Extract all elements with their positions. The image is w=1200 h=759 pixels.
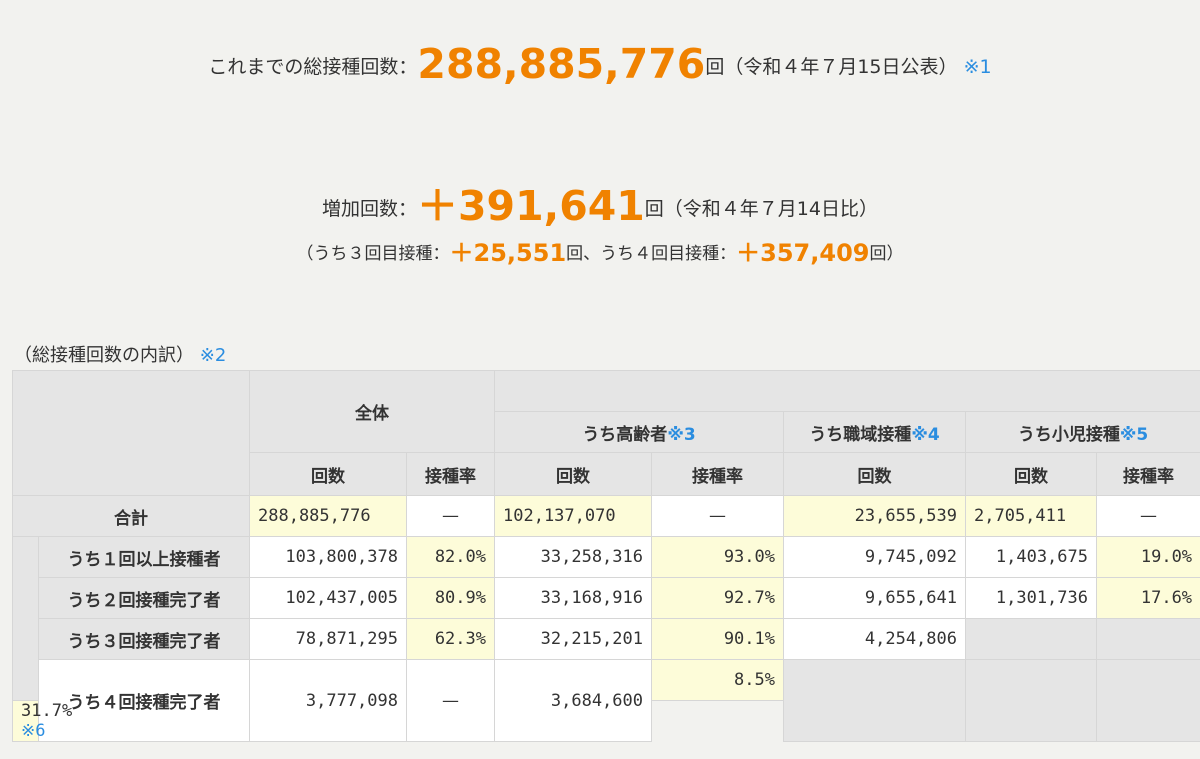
- first-child-rate: 19.0%: [1095, 536, 1200, 578]
- table-corner: [12, 370, 250, 496]
- table-row: うち３回接種完了者 78,871,295 62.3% 32,215,201 90…: [13, 618, 1200, 660]
- col-child-count: 回数: [965, 452, 1097, 496]
- third-all-rate: 62.3%: [406, 618, 495, 660]
- fourth-elderly-rate-b-value: 31.7%: [21, 701, 73, 721]
- row-label-third: うち３回接種完了者: [38, 618, 250, 660]
- header-elderly: うち高齢者※3: [494, 411, 784, 453]
- second-elderly-count: 33,168,916: [494, 577, 652, 619]
- second-all-rate: 80.9%: [406, 577, 495, 619]
- total-vaccinations-line: これまでの総接種回数：288,885,776回（令和４年７月15日公表） ※1: [0, 40, 1200, 88]
- header-workplace: うち職域接種※4: [783, 411, 966, 453]
- fourth-child-count-empty: [965, 659, 1097, 742]
- fourth-dose-increase: ＋357,409: [736, 239, 870, 267]
- col-work-count: 回数: [783, 452, 966, 496]
- third-dose-increase: ＋25,551: [449, 239, 567, 267]
- col-child-rate: 接種率: [1095, 452, 1200, 496]
- first-elderly-count: 33,258,316: [494, 536, 652, 578]
- elderly-note-link[interactable]: ※3: [667, 425, 695, 445]
- breakdown-note-link[interactable]: ※2: [200, 345, 227, 366]
- table-row: うち２回接種完了者 102,437,005 80.9% 33,168,916 9…: [13, 577, 1200, 619]
- total-work-count: 23,655,539: [783, 495, 966, 537]
- first-work-count: 9,745,092: [783, 536, 966, 578]
- second-child-count: 1,301,736: [965, 577, 1097, 619]
- fourth-elderly-rate-b: 31.7% ※6: [12, 700, 72, 742]
- increase-line: 増加回数：＋391,641回（令和４年７月14日比）: [0, 172, 1200, 232]
- third-child-rate-empty: [1095, 618, 1200, 660]
- table-row: うち１回以上接種者 103,800,378 82.0% 33,258,316 9…: [12, 536, 1200, 701]
- col-all-rate: 接種率: [406, 452, 495, 496]
- row-label-second: うち２回接種完了者: [38, 577, 250, 619]
- breakdown-caption: （総接種回数の内訳） ※2: [14, 341, 226, 367]
- first-all-count: 103,800,378: [249, 536, 407, 578]
- second-work-count: 9,655,641: [783, 577, 966, 619]
- header-workplace-text: うち職域接種: [809, 424, 912, 445]
- table-row: うち４回接種完了者 3,777,098 — 3,684,600 8.5%: [13, 659, 1200, 742]
- second-elderly-rate: 92.7%: [651, 577, 784, 619]
- row-indent: [12, 536, 39, 701]
- sub-suffix: 回）: [869, 244, 904, 264]
- header-child: うち小児接種※5: [964, 411, 1200, 453]
- first-elderly-rate: 93.0%: [651, 536, 784, 578]
- child-note-link[interactable]: ※5: [1120, 425, 1148, 445]
- increase-label: 増加回数：: [322, 198, 418, 220]
- total-note-link[interactable]: ※1: [964, 56, 992, 78]
- fourth-all-count: 3,777,098: [249, 659, 407, 742]
- third-child-count-empty: [965, 618, 1097, 660]
- row-label-first: うち１回以上接種者: [38, 536, 250, 578]
- first-all-rate: 82.0%: [406, 536, 495, 578]
- total-elderly-count: 102,137,070: [494, 495, 652, 537]
- fourth-all-rate: —: [406, 659, 495, 742]
- sub-mid: 回、うち４回目接種：: [566, 244, 737, 264]
- fourth-elderly-count: 3,684,600: [494, 659, 652, 742]
- total-child-rate: —: [1095, 495, 1200, 537]
- fourth-work-count-empty: [783, 659, 966, 742]
- total-unit: 回（令和４年７月15日公表）: [705, 56, 958, 78]
- second-all-count: 102,437,005: [249, 577, 407, 619]
- third-work-count: 4,254,806: [783, 618, 966, 660]
- table-row: 合計 288,885,776 — 102,137,070 — 23,655,53…: [12, 495, 1200, 537]
- third-elderly-rate: 90.1%: [651, 618, 784, 660]
- header-spacer: [493, 370, 1200, 412]
- note6-link[interactable]: ※6: [21, 721, 45, 741]
- increase-unit: 回（令和４年７月14日比）: [644, 198, 878, 220]
- total-label: これまでの総接種回数：: [208, 56, 418, 78]
- total-value: 288,885,776: [417, 40, 706, 88]
- third-elderly-count: 32,215,201: [494, 618, 652, 660]
- breakdown-table: 全体 うち高齢者※3 うち職域接種※4 うち小児接種※5 回数 接種率 回数 接…: [12, 370, 1200, 742]
- increase-value: ＋391,641: [417, 182, 645, 230]
- total-child-count: 2,705,411: [965, 495, 1097, 537]
- header-elderly-text: うち高齢者: [582, 424, 668, 445]
- col-elderly-rate: 接種率: [651, 452, 784, 496]
- row-label-total: 合計: [12, 495, 250, 537]
- fourth-elderly-rate: 8.5%: [651, 659, 784, 701]
- total-all-count: 288,885,776: [249, 495, 407, 537]
- fourth-child-rate-empty: [1095, 659, 1200, 742]
- total-all-rate: —: [406, 495, 495, 537]
- header-child-text: うち小児接種: [1017, 424, 1120, 445]
- total-elderly-rate: —: [651, 495, 784, 537]
- sub-prefix: （うち３回目接種：: [296, 244, 450, 264]
- first-child-count: 1,403,675: [965, 536, 1097, 578]
- workplace-note-link[interactable]: ※4: [911, 425, 939, 445]
- col-all-count: 回数: [249, 452, 407, 496]
- third-all-count: 78,871,295: [249, 618, 407, 660]
- col-elderly-count: 回数: [494, 452, 652, 496]
- breakdown-caption-text: （総接種回数の内訳）: [14, 345, 194, 366]
- second-child-rate: 17.6%: [1095, 577, 1200, 619]
- header-all: 全体: [249, 370, 495, 453]
- increase-breakdown-line: （うち３回目接種：＋25,551回、うち４回目接種：＋357,409回）: [0, 233, 1200, 268]
